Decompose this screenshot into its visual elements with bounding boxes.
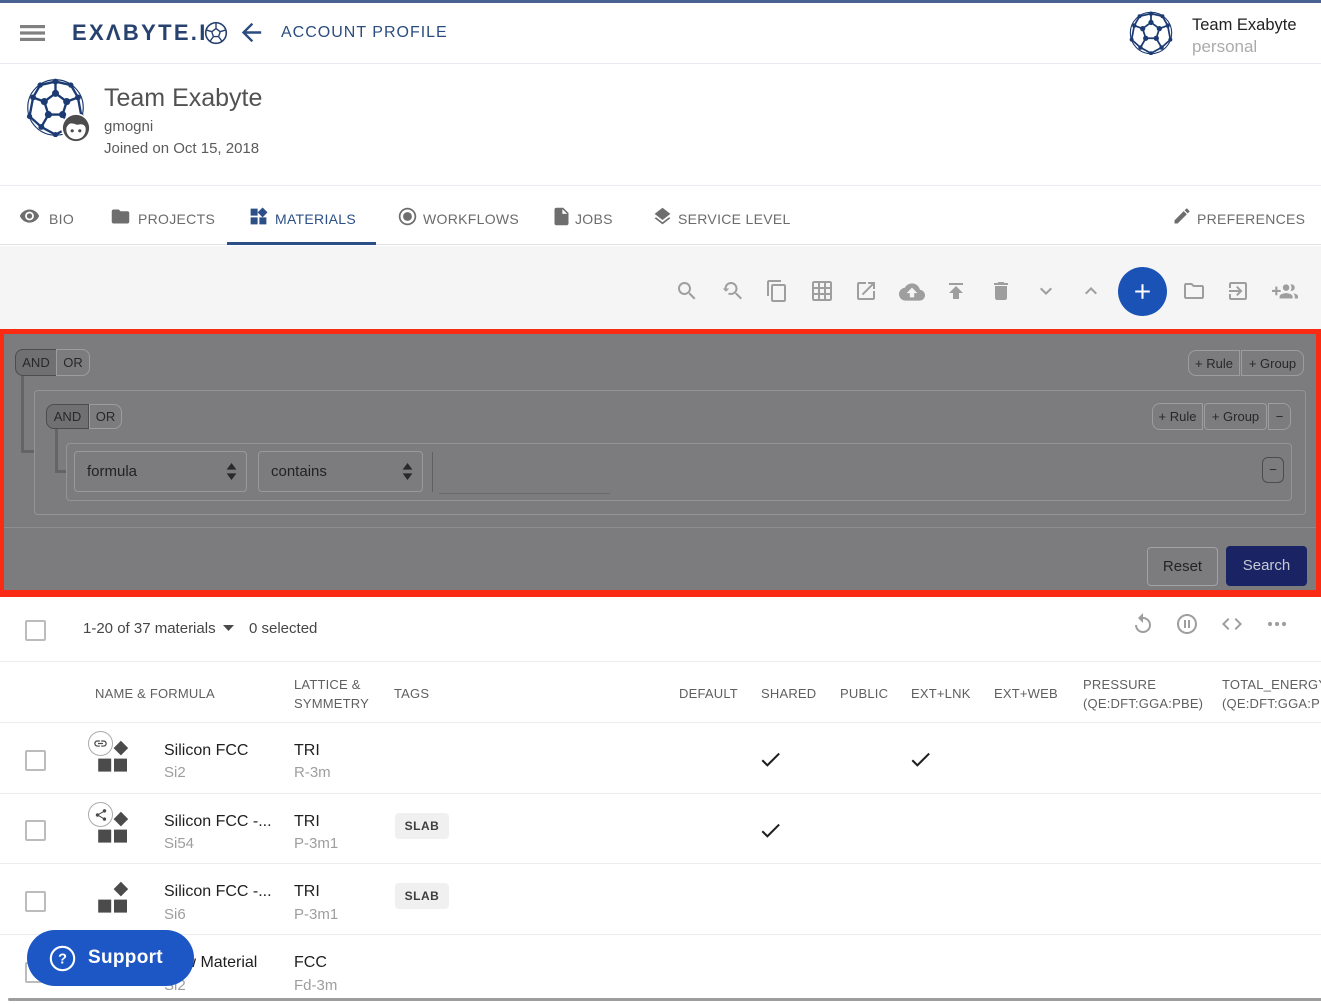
svg-text:?: ?: [58, 952, 67, 968]
